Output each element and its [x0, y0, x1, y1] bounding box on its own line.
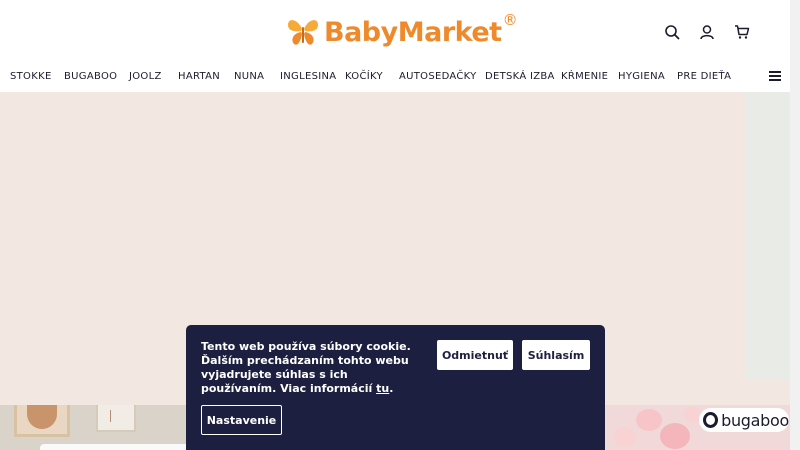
- nav-item-feeding[interactable]: KŔMENIE: [561, 71, 608, 82]
- nav-item-bugaboo[interactable]: BUGABOO: [64, 71, 117, 82]
- site-logo[interactable]: BabyMarket ®: [286, 11, 518, 52]
- nav-item-nursery[interactable]: DETSKÁ IZBA: [485, 71, 555, 82]
- main-navigation: STOKKE BUGABOO JOOLZ HARTAN NUNA INGLESI…: [0, 64, 790, 90]
- page-scrollbar[interactable]: [790, 0, 800, 450]
- cookie-more-info-link[interactable]: tu: [376, 382, 389, 395]
- cookie-message: Tento web používa súbory cookie. Ďalším …: [201, 340, 426, 396]
- nav-item-stokke[interactable]: STOKKE: [10, 71, 52, 82]
- cookie-consent-dialog: Tento web používa súbory cookie. Ďalším …: [186, 325, 605, 450]
- crib-edge: [40, 444, 186, 450]
- search-icon[interactable]: [662, 22, 682, 42]
- accept-cookies-button[interactable]: Súhlasím: [522, 340, 590, 370]
- user-icon[interactable]: [697, 22, 717, 42]
- registered-mark: ®: [502, 11, 518, 29]
- hamburger-menu-icon[interactable]: [769, 71, 781, 81]
- cart-icon[interactable]: [732, 22, 752, 42]
- bugaboo-logo-icon: [703, 412, 719, 428]
- nav-item-strollers[interactable]: KOČÍKY: [345, 71, 383, 82]
- bugaboo-brand-badge[interactable]: bugaboo: [699, 408, 789, 432]
- logo-text: BabyMarket: [324, 16, 502, 48]
- butterfly-icon: [288, 20, 318, 45]
- nursery-photo: [0, 405, 186, 450]
- reject-cookies-button[interactable]: Odmietnuť: [437, 340, 513, 370]
- nav-item-inglesina[interactable]: INGLESINA: [280, 71, 336, 82]
- cookie-settings-button[interactable]: Nastavenie: [201, 405, 282, 435]
- nav-item-hartan[interactable]: HARTAN: [178, 71, 220, 82]
- nav-item-for-child[interactable]: PRE DIEŤA: [677, 71, 731, 82]
- brand-name: bugaboo: [721, 410, 789, 430]
- nav-item-hygiene[interactable]: HYGIENA: [618, 71, 665, 82]
- nav-item-nuna[interactable]: NUNA: [234, 71, 264, 82]
- hero-next-slide-peek[interactable]: [745, 92, 790, 379]
- nav-item-car-seats[interactable]: AUTOSEDAČKY: [399, 71, 477, 82]
- wall-frame: [96, 405, 136, 432]
- cookie-message-end: .: [389, 382, 394, 395]
- nav-item-joolz[interactable]: JOOLZ: [129, 71, 162, 82]
- wall-frame: [14, 405, 70, 437]
- site-header: BabyMarket ® STOKKE BUGABOO JOOLZ HARTAN…: [0, 0, 790, 92]
- header-actions: [662, 22, 752, 42]
